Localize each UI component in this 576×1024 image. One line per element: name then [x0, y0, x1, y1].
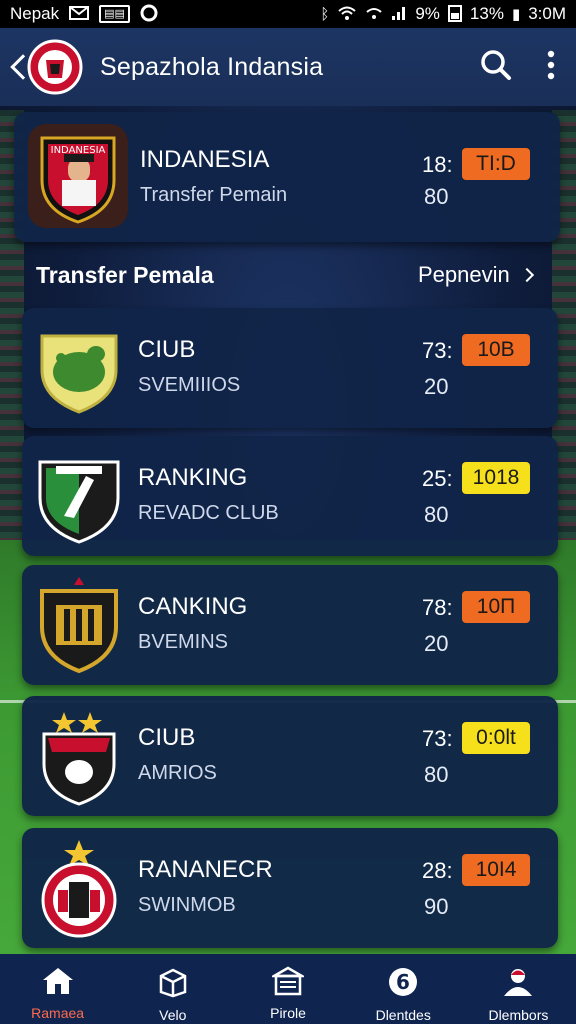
wifi-alt-icon [365, 5, 383, 24]
club-row[interactable]: CIUB SVEMIIIOS 73: 20 10B [22, 308, 558, 428]
featured-subtitle: Transfer Pemain [140, 184, 288, 206]
club-num1: 25: [422, 466, 453, 491]
featured-badge: TI:D [462, 148, 530, 180]
club-subtitle: SWINMOB [138, 894, 236, 916]
club-num2: 80 [424, 762, 449, 787]
status-bar: Nepak ▤▤ ᛒ 9% 13% ▮ 3:0M [0, 0, 576, 28]
bottom-navigation: Ramaea Velo Pirole 6 Dlentdes Dlembors [0, 954, 576, 1024]
club-crest-yellow-green [34, 318, 124, 423]
bluetooth-icon: ᛒ [320, 5, 330, 23]
club-badge: 10П [462, 591, 530, 623]
nav-label: Ramaea [31, 1005, 85, 1021]
section-link-label: Pepnevin [418, 262, 510, 287]
club-num1: 78: [422, 595, 453, 620]
signal-percent-text: 13% [469, 4, 504, 23]
signal-icon [391, 5, 407, 24]
club-subtitle: BVEMINS [138, 631, 229, 653]
nav-label: Pirole [270, 1005, 306, 1021]
nav-item-dlentdes[interactable]: 6 Dlentdes [346, 954, 461, 1024]
nav-item-home[interactable]: Ramaea [0, 954, 115, 1024]
carrier-label: Nepak [10, 4, 60, 23]
nav-item-velo[interactable]: Velo [115, 954, 230, 1024]
notification-icon: ▤▤ [99, 5, 130, 23]
featured-transfer-card[interactable]: INDANESIA INDANESIA Transfer Pemain 18: … [14, 112, 560, 242]
club-name: CANKING [138, 593, 248, 620]
battery-text: 9% [415, 4, 440, 23]
svg-text:6: 6 [396, 970, 410, 994]
club-row[interactable]: CANKING BVEMINS 78: 20 10П [22, 565, 558, 685]
battery-icon [447, 4, 462, 25]
club-name: CIUB [138, 336, 196, 363]
club-name: CIUB [138, 724, 196, 751]
app-bar: Sepazhola Indansia [0, 28, 576, 106]
club-badge: 0:0lt [462, 722, 530, 754]
club-subtitle: REVADC CLUB [138, 502, 279, 524]
clock: 3:0M [528, 4, 566, 23]
profile-icon [501, 966, 535, 1003]
nav-label: Dlentdes [375, 1007, 431, 1023]
club-name: RANKING [138, 464, 248, 491]
more-options-icon[interactable] [546, 50, 556, 85]
club-badge: 1018 [462, 462, 530, 494]
nav-label: Dlembors [488, 1007, 549, 1023]
section-link[interactable]: Pepnevin [418, 262, 534, 288]
featured-name: INDANESIA [140, 146, 270, 173]
battery-alt-icon: ▮ [511, 5, 521, 23]
club-crest-green-black [34, 446, 124, 551]
featured-num2: 80 [424, 184, 449, 209]
featured-crest: INDANESIA [28, 124, 128, 233]
section-title: Transfer Pemala [36, 262, 214, 288]
shield-number-icon: 6 [387, 966, 419, 1003]
club-row[interactable]: RANKING REVADC CLUB 25: 80 1018 [22, 436, 558, 556]
search-icon[interactable] [480, 49, 512, 86]
nav-label: Velo [159, 1007, 187, 1023]
circle-notification-icon [140, 4, 158, 25]
club-num2: 20 [424, 374, 449, 399]
club-crest-red-black [34, 706, 124, 811]
mail-icon [69, 5, 90, 24]
store-icon [269, 966, 307, 1001]
club-row[interactable]: RANANECR SWINMOB 28: 90 10I4 [22, 828, 558, 948]
app-title: Sepazhola Indansia [100, 52, 324, 81]
nav-item-pirole[interactable]: Pirole [230, 954, 345, 1024]
club-num2: 90 [424, 894, 449, 919]
club-name: RANANECR [138, 856, 273, 883]
club-num1: 73: [422, 338, 453, 363]
home-icon [41, 966, 75, 1001]
chevron-right-icon [519, 267, 534, 283]
club-crest-gold-black [34, 575, 124, 680]
box-icon [158, 966, 188, 1003]
club-crest-red-white [34, 838, 124, 943]
club-row[interactable]: CIUB AMRIOS 73: 80 0:0lt [22, 696, 558, 816]
club-subtitle: AMRIOS [138, 762, 217, 784]
club-num2: 80 [424, 502, 449, 527]
club-num2: 20 [424, 631, 449, 656]
club-num1: 73: [422, 726, 453, 751]
featured-crest-text: INDANESIA [51, 145, 106, 156]
club-badge: 10B [462, 334, 530, 366]
club-num1: 28: [422, 858, 453, 883]
club-badge: 10I4 [462, 854, 530, 886]
wifi-icon [337, 5, 357, 24]
nav-item-dlembors[interactable]: Dlembors [461, 954, 576, 1024]
club-subtitle: SVEMIIIOS [138, 374, 241, 396]
featured-num1: 18: [422, 152, 453, 177]
